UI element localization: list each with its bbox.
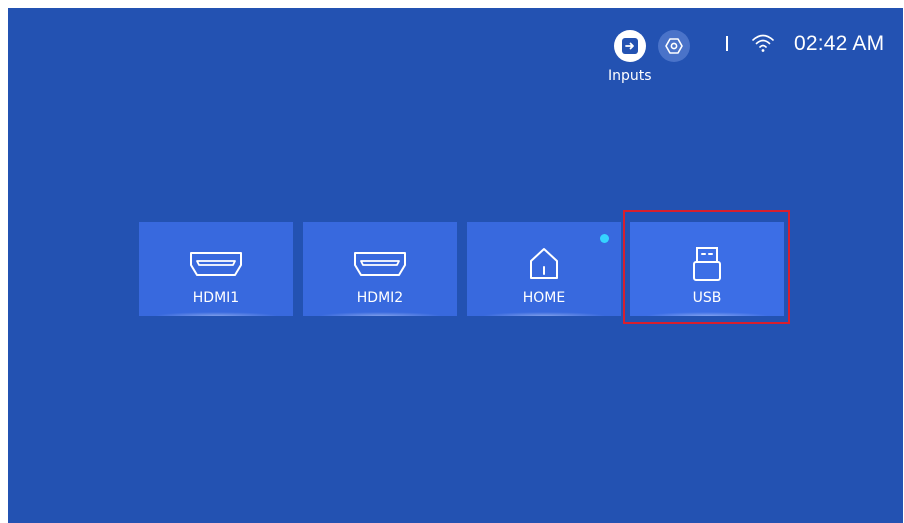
source-label: HOME [522,290,566,306]
home-icon [530,248,558,279]
inputs-label: Inputs [608,68,652,84]
selection-highlight [623,210,790,324]
source-tile-home[interactable]: HOME [467,222,621,316]
status-divider [726,36,728,51]
source-tile-hdmi2[interactable]: HDMI2 [303,222,457,316]
tv-screen: Inputs 02:42 AM HDMI1 HDMI2 HOME USB [8,8,903,523]
settings-button[interactable] [658,30,690,62]
clock: 02:42 AM [794,32,885,55]
source-label: HDMI2 [356,290,404,306]
inputs-button[interactable] [614,30,646,62]
input-source-icon [622,38,638,54]
wifi-icon [752,34,774,52]
source-tile-hdmi1[interactable]: HDMI1 [139,222,293,316]
active-indicator-dot [600,234,609,243]
source-label: HDMI1 [192,290,240,306]
hdmi-icon [190,252,242,276]
hdmi-icon [354,252,406,276]
settings-icon [665,38,683,54]
